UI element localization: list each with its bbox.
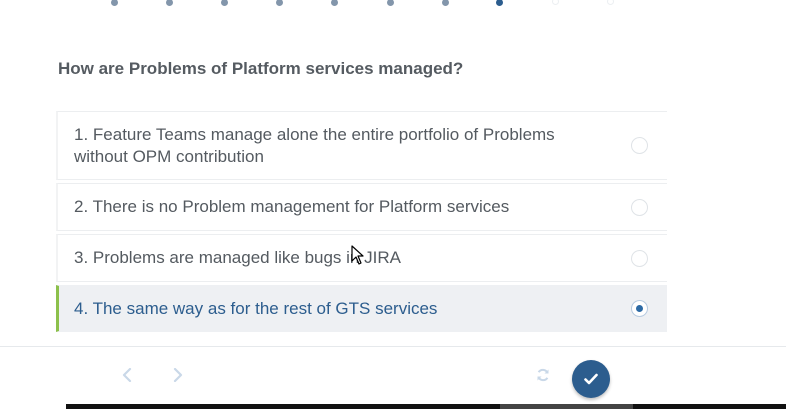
progress-dot — [221, 0, 228, 6]
mouse-cursor-icon — [351, 245, 364, 265]
progress-dot — [276, 0, 283, 6]
reset-button[interactable] — [535, 367, 551, 383]
previous-button[interactable] — [119, 367, 135, 383]
answer-label: 3. Problems are managed like bugs in JIR… — [74, 248, 401, 267]
progress-dots — [0, 0, 786, 8]
radio-button[interactable] — [631, 198, 648, 216]
radio-button-selected[interactable] — [631, 300, 648, 317]
next-button[interactable] — [170, 367, 186, 383]
question-title: How are Problems of Platform services ma… — [58, 59, 464, 78]
submit-button[interactable] — [572, 360, 610, 398]
progress-dot — [166, 0, 173, 6]
answer-option-4[interactable]: 4. The same way as for the rest of GTS s… — [56, 285, 667, 332]
progress-dot — [607, 0, 614, 5]
answer-option-2[interactable]: 2. There is no Problem management for Pl… — [56, 183, 667, 231]
taskbar-strip — [66, 404, 786, 409]
progress-dot — [387, 0, 394, 6]
answer-label: 1. Feature Teams manage alone the entire… — [74, 124, 555, 166]
footer-toolbar — [0, 346, 786, 410]
radio-button[interactable] — [631, 137, 648, 154]
progress-dot — [331, 0, 338, 6]
answer-list: 1. Feature Teams manage alone the entire… — [56, 111, 667, 335]
chevron-right-icon — [173, 368, 183, 382]
progress-dot — [552, 0, 559, 5]
progress-dot — [442, 0, 449, 6]
answer-label: 2. There is no Problem management for Pl… — [74, 197, 510, 216]
refresh-icon — [537, 368, 549, 382]
checkmark-icon — [584, 373, 598, 385]
progress-dot — [111, 0, 118, 6]
taskbar-strip-highlight — [500, 404, 633, 409]
chevron-left-icon — [122, 368, 132, 382]
answer-label: 4. The same way as for the rest of GTS s… — [74, 298, 438, 318]
radio-button[interactable] — [631, 249, 648, 267]
answer-option-1[interactable]: 1. Feature Teams manage alone the entire… — [56, 111, 667, 180]
progress-dot-current — [496, 0, 503, 6]
